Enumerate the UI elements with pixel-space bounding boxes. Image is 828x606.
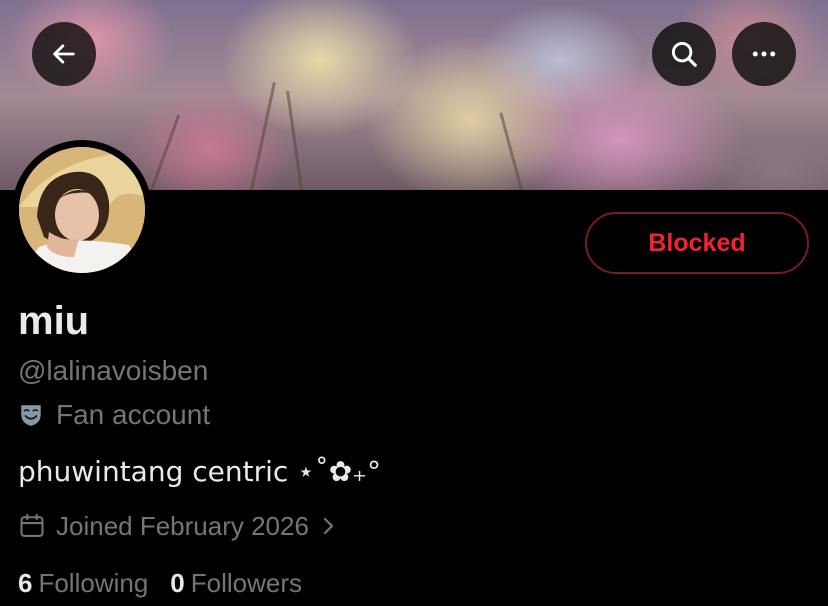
chevron-right-icon — [323, 517, 334, 535]
profile-bio: phuwintang centric ⋆˚✿₊° — [18, 455, 381, 488]
avatar-image — [19, 147, 145, 273]
back-button[interactable] — [32, 22, 96, 86]
more-options-button[interactable] — [732, 22, 796, 86]
search-icon — [671, 41, 697, 67]
followers-link[interactable]: 0 Followers — [170, 568, 302, 599]
more-horizontal-icon — [752, 51, 776, 57]
theater-masks-icon — [21, 405, 41, 426]
avatar[interactable] — [12, 140, 152, 280]
joined-date-label: Joined February 2026 — [56, 510, 309, 541]
joined-date-row[interactable]: Joined February 2026 — [18, 508, 339, 544]
calendar-icon — [20, 513, 44, 537]
follow-stats: 6 Following 0 Followers — [18, 564, 302, 602]
search-button[interactable] — [652, 22, 716, 86]
followers-label: Followers — [190, 567, 303, 598]
following-link[interactable]: 6 Following — [18, 568, 148, 599]
following-count: 6 — [18, 567, 33, 598]
arrow-left-icon — [53, 44, 75, 64]
category-label: Fan account — [56, 399, 211, 430]
blocked-button[interactable]: Blocked — [585, 212, 809, 274]
profile-category: Fan account — [18, 398, 210, 432]
username-handle: @lalinavoisben — [18, 355, 209, 386]
display-name: miu — [18, 299, 90, 343]
followers-count: 0 — [170, 567, 185, 598]
following-label: Following — [38, 567, 149, 598]
